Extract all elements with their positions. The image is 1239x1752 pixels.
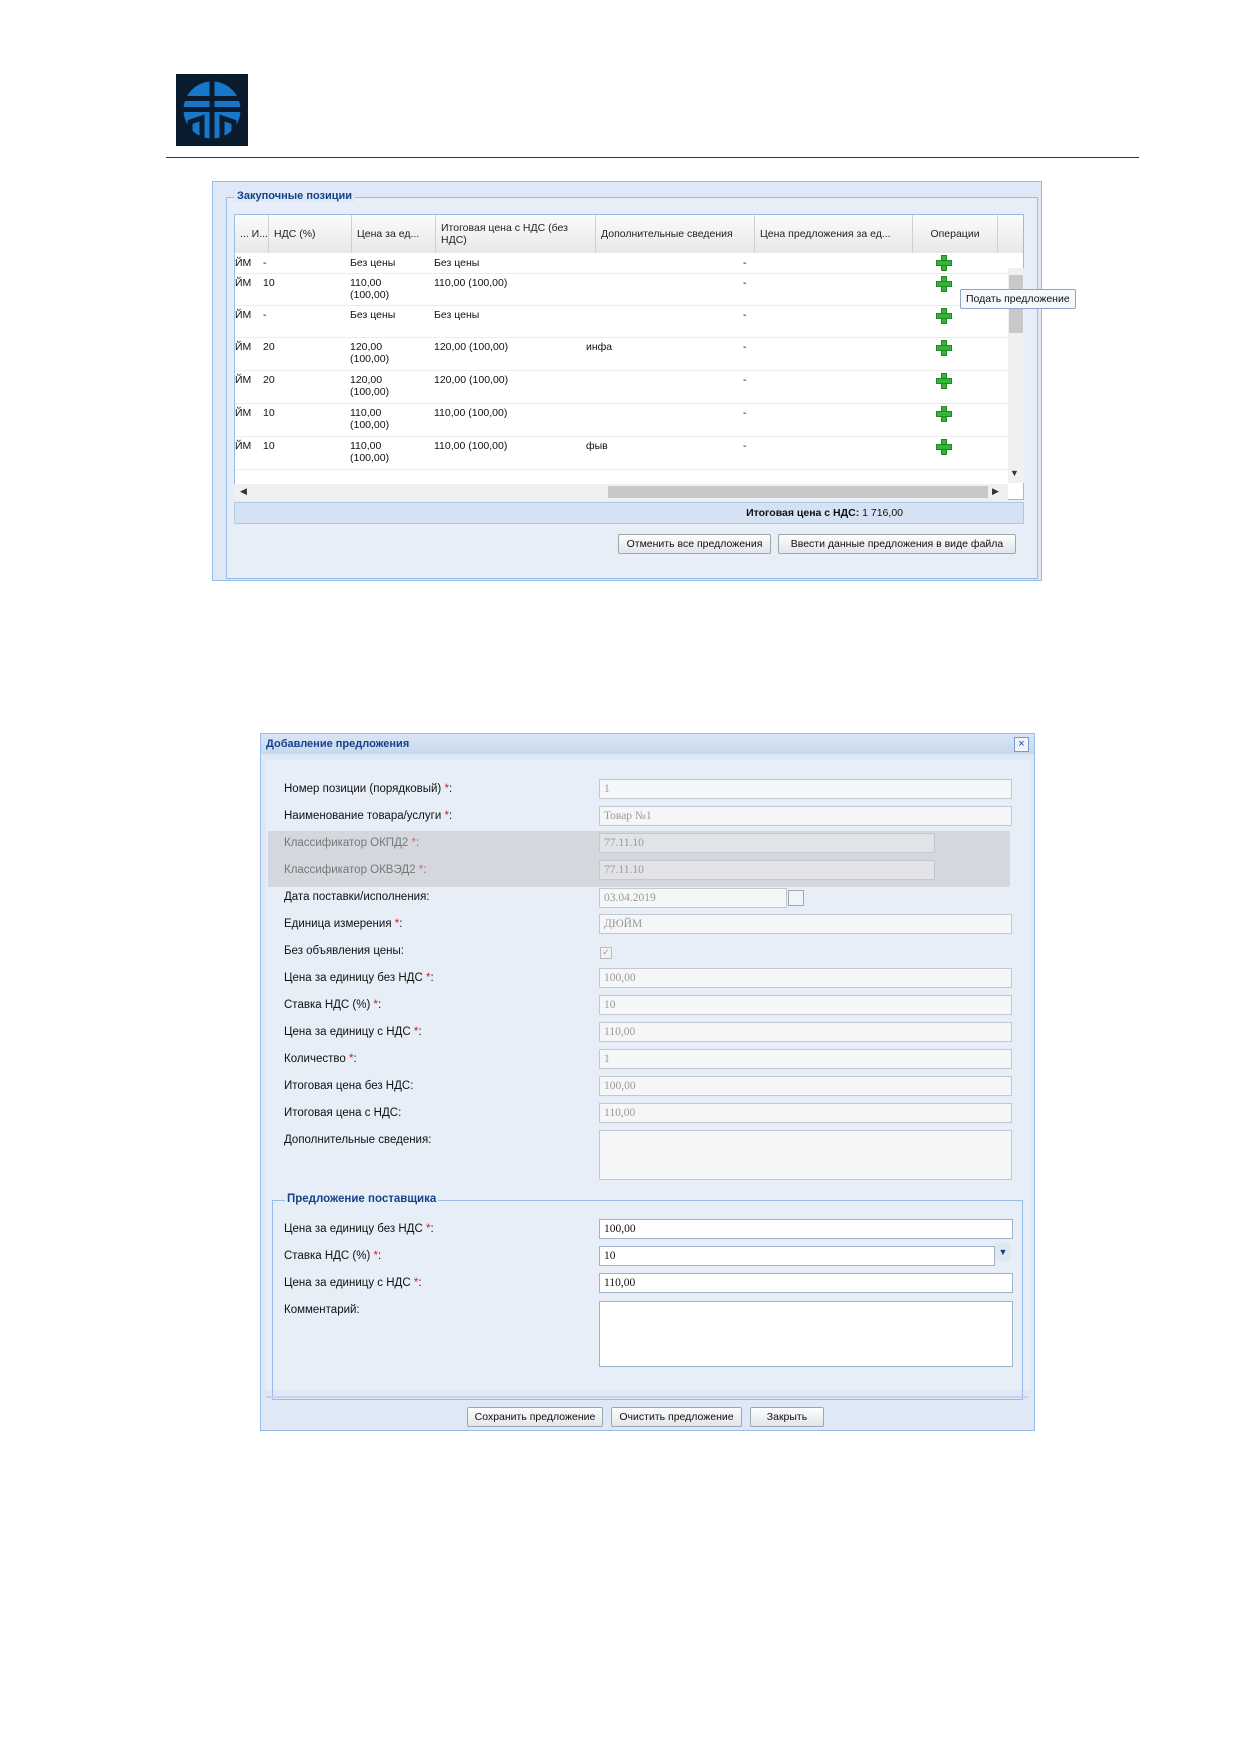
total-label: Итоговая цена с НДС:	[746, 507, 860, 519]
price-vat-field: 110,00	[599, 1022, 1012, 1042]
table-row: ЙМ 10 110,00 (100,00) 110,00 (100,00) -	[235, 273, 1009, 306]
okved2-field: 77.11.10	[599, 860, 935, 880]
positions-grid: ... И... НДС (%) Цена за ед... Итоговая …	[234, 214, 1024, 500]
add-offer-plus-icon[interactable]	[935, 275, 953, 293]
calendar-icon[interactable]	[788, 890, 804, 906]
field-label-total-no-vat: Итоговая цена без НДС:	[284, 1080, 414, 1092]
supplier-comment-textarea[interactable]	[599, 1301, 1013, 1367]
dialog-title: Добавление предложения	[266, 738, 410, 750]
table-row: ЙМ - Без цены Без цены -	[235, 305, 1009, 338]
field-label-total-vat: Итоговая цена с НДС:	[284, 1107, 402, 1119]
add-offer-plus-icon[interactable]	[935, 307, 953, 325]
field-label-delivery-date: Дата поставки/исполнения:	[284, 891, 430, 903]
close-dialog-button[interactable]: Закрыть	[750, 1407, 824, 1427]
field-label-vat-rate: Ставка НДС (%) *:	[284, 999, 382, 1011]
column-header-unit[interactable]: ... И...	[235, 215, 269, 253]
field-label-okpd2: Классификатор ОКПД2 *:	[284, 837, 420, 849]
dialog-footer-divider	[266, 1396, 1028, 1398]
supplier-label-comment: Комментарий:	[284, 1304, 360, 1316]
company-logo-icon	[176, 74, 248, 146]
field-label-no-price: Без объявления цены:	[284, 945, 404, 957]
add-offer-plus-icon[interactable]	[935, 438, 953, 456]
field-label-okved2: Классификатор ОКВЭД2 *:	[284, 864, 427, 876]
column-header-vat[interactable]: НДС (%)	[269, 215, 352, 253]
table-row: ЙМ 10 110,00 (100,00) 110,00 (100,00) -	[235, 403, 1009, 437]
submit-offer-tooltip: Подать предложение	[960, 289, 1076, 309]
supplier-label-price-no-vat: Цена за единицу без НДС *:	[284, 1223, 434, 1235]
grid-total-bar: Итоговая цена с НДС: 1 716,00	[234, 502, 1024, 524]
supplier-offer-legend: Предложение поставщика	[285, 1193, 439, 1205]
no-price-checkbox: ✓	[600, 947, 612, 959]
field-label-price-no-vat: Цена за единицу без НДС *:	[284, 972, 434, 984]
clear-offer-button[interactable]: Очистить предложение	[611, 1407, 742, 1427]
close-icon[interactable]: ×	[1014, 737, 1029, 752]
supplier-vat-rate-select[interactable]: 10	[599, 1246, 995, 1266]
vat-rate-field: 10	[599, 995, 1012, 1015]
supplier-label-vat-rate: Ставка НДС (%) *:	[284, 1250, 382, 1262]
product-name-field: Товар №1	[599, 806, 1012, 826]
cancel-all-offers-button[interactable]: Отменить все предложения	[618, 534, 771, 554]
table-row: ЙМ 20 120,00 (100,00) 120,00 (100,00) -	[235, 370, 1009, 404]
unit-field: ДЮЙМ	[599, 914, 1012, 934]
column-header-unit-price[interactable]: Цена за ед...	[352, 215, 436, 253]
column-header-spacer	[998, 215, 1023, 253]
column-header-extra-info[interactable]: Дополнительные сведения	[596, 215, 755, 253]
okpd2-field: 77.11.10	[599, 833, 935, 853]
scroll-right-arrow-icon[interactable]: ▶	[992, 486, 999, 497]
field-label-product-name: Наименование товара/услуги *:	[284, 810, 453, 822]
position-number-field: 1	[599, 779, 1012, 799]
grid-total-text: Итоговая цена с НДС: 1 716,00	[746, 507, 903, 519]
table-row: ЙМ 10 110,00 (100,00) 110,00 (100,00) фы…	[235, 436, 1009, 470]
total-vat-field: 110,00	[599, 1103, 1012, 1123]
add-offer-plus-icon[interactable]	[935, 372, 953, 390]
table-row: ЙМ 20 120,00 (100,00) 120,00 (100,00) ин…	[235, 337, 1009, 371]
grid-horizontal-scroll-thumb[interactable]	[608, 486, 988, 498]
scroll-down-arrow-icon[interactable]: ▼	[1010, 468, 1019, 478]
add-offer-plus-icon[interactable]	[935, 254, 953, 272]
total-no-vat-field: 100,00	[599, 1076, 1012, 1096]
save-offer-button[interactable]: Сохранить предложение	[467, 1407, 603, 1427]
column-header-total-price[interactable]: Итоговая цена с НДС (без НДС)	[436, 215, 596, 253]
quantity-field: 1	[599, 1049, 1012, 1069]
add-offer-plus-icon[interactable]	[935, 405, 953, 423]
field-label-extra-info: Дополнительные сведения:	[284, 1134, 432, 1146]
field-label-quantity: Количество *:	[284, 1053, 357, 1065]
total-value: 1 716,00	[862, 507, 903, 519]
column-header-offer-price[interactable]: Цена предложения за ед...	[755, 215, 913, 253]
purchase-positions-legend: Закупочные позиции	[234, 190, 356, 202]
field-label-position-number: Номер позиции (порядковый) *:	[284, 783, 453, 795]
add-offer-plus-icon[interactable]	[935, 339, 953, 357]
column-header-operations: Операции	[913, 215, 998, 253]
chevron-down-icon[interactable]: ▼	[995, 1243, 1011, 1261]
header-divider	[166, 157, 1139, 158]
extra-info-textarea	[599, 1130, 1012, 1180]
field-label-unit: Единица измерения *:	[284, 918, 403, 930]
price-no-vat-field: 100,00	[599, 968, 1012, 988]
upload-offer-file-button[interactable]: Ввести данные предложения в виде файла	[778, 534, 1016, 554]
scroll-left-arrow-icon[interactable]: ◀	[240, 486, 247, 497]
supplier-label-price-vat: Цена за единицу с НДС *:	[284, 1277, 422, 1289]
field-label-price-vat: Цена за единицу с НДС *:	[284, 1026, 422, 1038]
supplier-price-no-vat-input[interactable]: 100,00	[599, 1219, 1013, 1239]
table-row: ЙМ - Без цены Без цены -	[235, 253, 1009, 274]
supplier-price-vat-input[interactable]: 110,00	[599, 1273, 1013, 1293]
delivery-date-field: 03.04.2019	[599, 888, 787, 908]
